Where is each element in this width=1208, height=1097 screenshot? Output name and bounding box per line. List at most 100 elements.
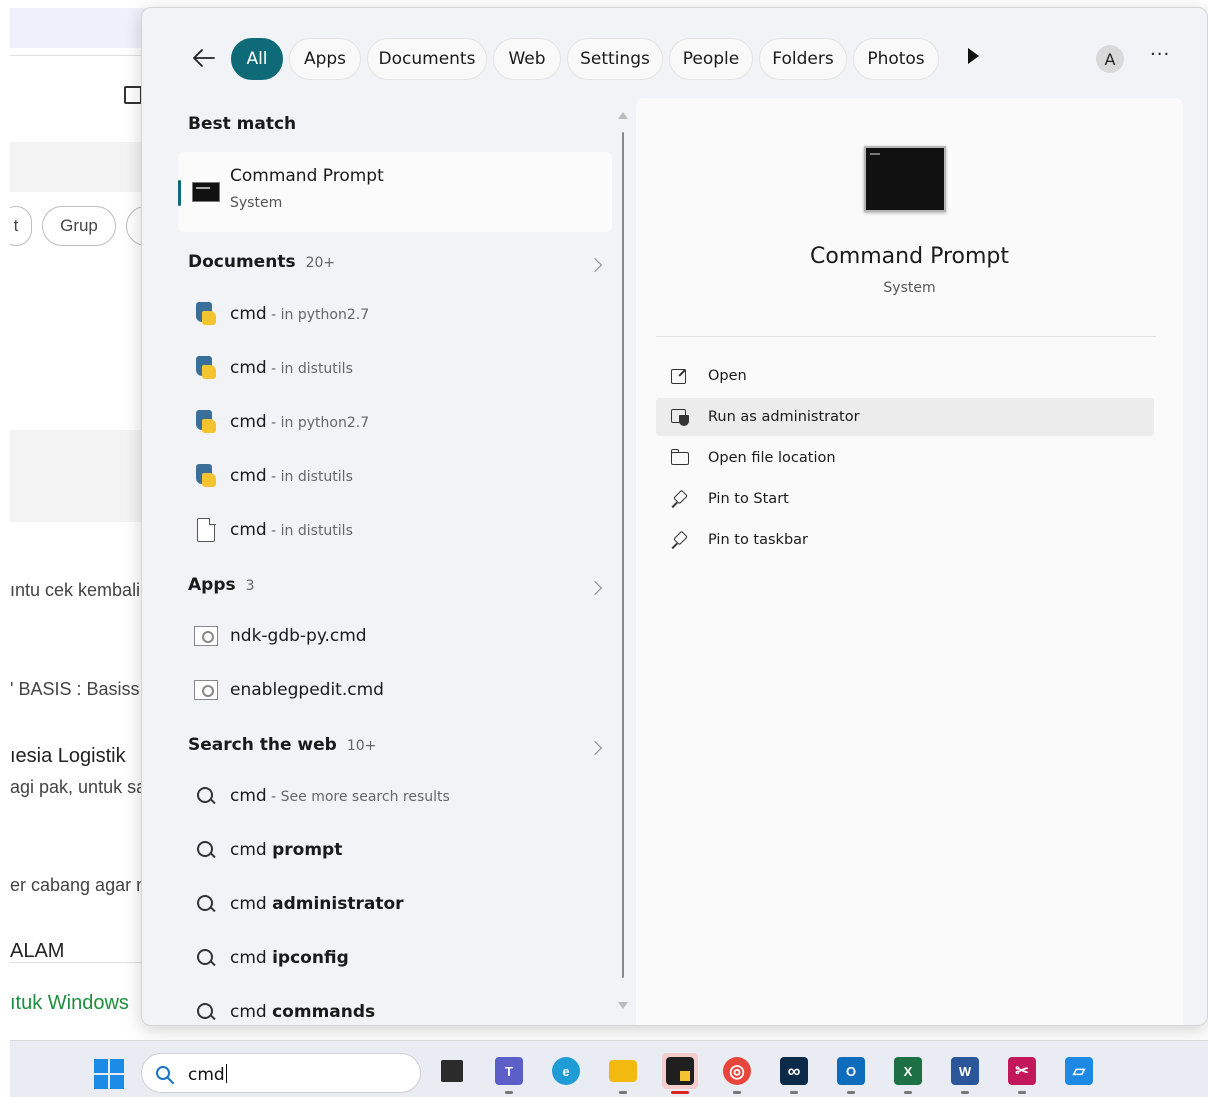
chrome-icon: ◎ — [723, 1057, 751, 1085]
results-list: Best match Command Prompt System Documen… — [142, 98, 632, 1025]
pin-to-start-action[interactable]: Pin to Start — [656, 480, 1154, 518]
scroll-down-arrow-icon[interactable] — [618, 1002, 628, 1009]
list-item[interactable]: cmd - in python2.7 — [188, 294, 608, 334]
windows-logo-icon — [94, 1059, 108, 1073]
taskbar-app-excel[interactable]: X — [890, 1053, 926, 1094]
action-label: Pin to Start — [708, 491, 789, 507]
bg-snippet: agi pak, untuk sa — [10, 777, 142, 797]
item-label: ndk-gdb-py.cmd — [230, 626, 367, 646]
taskbar-app-sticky-notes[interactable] — [662, 1053, 698, 1094]
search-icon — [194, 999, 218, 1025]
python-file-icon — [194, 355, 218, 381]
taskbar-app-edge[interactable]: e — [548, 1053, 584, 1089]
item-label: cmd - in distutils — [230, 466, 353, 486]
sticky-notes-icon — [666, 1057, 694, 1085]
snipping-tool-icon: ✂ — [1008, 1057, 1036, 1085]
document-icon — [194, 517, 218, 543]
tab-all[interactable]: All — [231, 38, 283, 80]
running-indicator — [790, 1091, 798, 1094]
back-button[interactable] — [188, 42, 220, 74]
windows-logo-tile — [110, 1075, 124, 1089]
taskbar-app-task-view[interactable] — [434, 1053, 470, 1089]
running-indicator — [733, 1091, 741, 1094]
bg-archive-icon[interactable] — [124, 86, 142, 104]
list-item[interactable]: enablegpedit.cmd — [188, 670, 608, 710]
tab-photos[interactable]: Photos — [853, 38, 939, 80]
task-view-icon — [441, 1060, 463, 1082]
search-icon — [194, 783, 218, 809]
taskbar-app-snipping-tool[interactable]: ✂ — [1004, 1053, 1040, 1094]
tab-people[interactable]: People — [669, 38, 753, 80]
list-item[interactable]: cmd - in distutils — [188, 348, 608, 388]
excel-icon: X — [894, 1057, 922, 1085]
run-as-administrator-action[interactable]: Run as administrator — [656, 398, 1154, 436]
back-arrow-icon — [193, 49, 215, 67]
tab-label: Settings — [580, 49, 650, 69]
tab-documents[interactable]: Documents — [367, 38, 487, 80]
taskbar-app-chrome[interactable]: ◎ — [719, 1053, 755, 1094]
scroll-up-arrow-icon[interactable] — [618, 112, 628, 119]
web-suggestion[interactable]: cmd administrator — [188, 884, 608, 924]
word-icon: W — [951, 1057, 979, 1085]
best-match-item[interactable]: Command Prompt System — [178, 152, 612, 232]
details-subtitle: System — [883, 280, 936, 296]
avatar[interactable]: A — [1096, 45, 1124, 73]
tab-folders[interactable]: Folders — [759, 38, 847, 80]
web-suggestion[interactable]: cmd commands — [188, 992, 608, 1025]
best-match-subtitle: System — [230, 195, 283, 211]
web-suggestion[interactable]: cmd ipconfig — [188, 938, 608, 978]
list-item[interactable]: cmd - in distutils — [188, 510, 608, 550]
windows-logo-tile — [110, 1059, 124, 1073]
tab-settings[interactable]: Settings — [567, 38, 663, 80]
tab-apps[interactable]: Apps — [289, 38, 361, 80]
taskbar-app-outlook[interactable]: O — [833, 1053, 869, 1094]
chevron-right-icon[interactable] — [587, 740, 603, 756]
list-item[interactable]: cmd - in distutils — [188, 456, 608, 496]
tab-label: Photos — [867, 49, 925, 69]
taskbar-search-input[interactable]: cmd — [141, 1053, 421, 1093]
start-button[interactable] — [94, 1059, 124, 1089]
open-action[interactable]: Open — [656, 357, 1154, 395]
web-suggestion[interactable]: cmd prompt — [188, 830, 608, 870]
list-item[interactable]: cmd - in python2.7 — [188, 402, 608, 442]
chevron-right-icon[interactable] — [587, 580, 603, 596]
bg-chip-grup[interactable]: Grup — [42, 206, 116, 246]
chevron-right-icon[interactable] — [587, 257, 603, 273]
taskbar-app-teams[interactable]: T — [491, 1053, 527, 1094]
results-scrollbar[interactable] — [618, 108, 628, 1018]
webex-icon: ∞ — [780, 1057, 808, 1085]
pin-icon — [670, 530, 690, 550]
search-query: cmd — [188, 1064, 228, 1085]
item-label: enablegpedit.cmd — [230, 680, 384, 700]
bg-link[interactable]: ıtuk Windows — [10, 992, 142, 1015]
pin-icon — [670, 489, 690, 509]
search-icon — [194, 945, 218, 971]
section-label: Documents — [188, 252, 296, 272]
documents-heading[interactable]: Documents 20+ — [188, 252, 335, 272]
search-the-web-heading[interactable]: Search the web 10+ — [188, 735, 376, 755]
pin-to-taskbar-action[interactable]: Pin to taskbar — [656, 521, 1154, 559]
best-match-title: Command Prompt — [230, 166, 384, 186]
more-options-button[interactable]: ··· — [1150, 44, 1170, 65]
taskbar-app-file-explorer[interactable] — [605, 1053, 641, 1094]
edge-icon: e — [552, 1057, 580, 1085]
details-pane: Command Prompt System Open Run as admini… — [636, 98, 1183, 1025]
item-label: cmd ipconfig — [230, 948, 349, 968]
bg-snippet: ' BASIS : Basiss — [10, 679, 140, 699]
best-match-heading: Best match — [188, 114, 297, 134]
apps-heading[interactable]: Apps 3 — [188, 575, 255, 595]
running-indicator — [961, 1091, 969, 1094]
tab-web[interactable]: Web — [493, 38, 561, 80]
list-item[interactable]: ndk-gdb-py.cmd — [188, 616, 608, 656]
taskbar-app-pen[interactable]: ▱ — [1061, 1053, 1097, 1089]
web-suggestion[interactable]: cmd - See more search results — [188, 776, 608, 816]
taskbar-app-webex[interactable]: ∞ — [776, 1053, 812, 1094]
folder-icon — [670, 448, 690, 468]
more-filters-play-icon[interactable] — [968, 48, 979, 64]
scroll-thumb[interactable] — [622, 132, 624, 978]
open-file-location-action[interactable]: Open file location — [656, 439, 1154, 477]
taskbar-app-word[interactable]: W — [947, 1053, 983, 1094]
avatar-initial: A — [1104, 49, 1116, 69]
bg-chip-partial[interactable]: t — [10, 206, 32, 246]
item-label: cmd - in distutils — [230, 520, 353, 540]
